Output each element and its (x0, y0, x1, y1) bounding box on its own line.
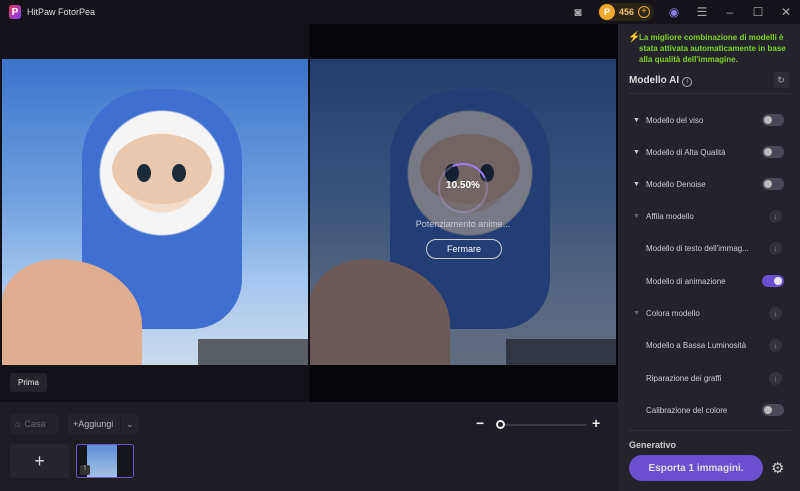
download-icon[interactable]: ↓ (769, 306, 782, 320)
model-label: Modello di testo dell'immag... (646, 243, 749, 253)
stop-button[interactable]: Fermare (426, 239, 502, 259)
add-image-tile[interactable]: + (10, 444, 69, 478)
preview-canvas: 10.50% Potenziamento anime... Fermare Pr… (0, 24, 618, 402)
app-logo-icon: P (9, 5, 21, 19)
zoom-slider-handle[interactable] (496, 420, 505, 429)
account-icon[interactable]: ◉ (660, 5, 688, 19)
add-button[interactable]: + Aggiungi (68, 414, 120, 434)
model-row-lowlight[interactable]: Modello a Bassa Luminosità ↓ (618, 337, 800, 353)
hq-model-toggle[interactable] (762, 146, 784, 158)
before-image (2, 59, 308, 365)
model-label: Modello del viso (646, 115, 704, 125)
ai-model-heading: Modello AI i (629, 75, 693, 87)
reset-button[interactable]: ↻ (773, 72, 789, 88)
caret-down-icon[interactable]: ▼ (633, 117, 640, 124)
export-button[interactable]: Esporta 1 immagini. (629, 455, 763, 481)
zoom-slider-track[interactable] (498, 424, 586, 426)
coin-count: 456 (618, 7, 634, 17)
bolt-icon: ⚡ (628, 32, 641, 43)
home-button[interactable]: ⌂ Casa (10, 414, 59, 434)
model-label: Colora modello (646, 308, 700, 318)
caret-down-icon[interactable]: ▼ (633, 213, 640, 220)
zoom-control: − + (476, 415, 604, 432)
model-row-hq[interactable]: ▼ Modello di Alta Qualità (618, 144, 800, 160)
after-image: 10.50% Potenziamento anime... Fermare (310, 59, 616, 365)
coin-icon: P (598, 4, 615, 20)
info-icon: ! (80, 465, 90, 475)
download-icon[interactable]: ↓ (769, 338, 782, 352)
discord-icon[interactable]: ◙ (564, 5, 592, 19)
generative-heading: Generativo (629, 440, 677, 450)
menu-icon[interactable]: ☰ (688, 5, 716, 19)
zoom-out-button[interactable]: − (476, 415, 484, 431)
download-icon[interactable]: ↓ (769, 371, 782, 385)
download-icon[interactable]: ↓ (769, 241, 782, 255)
face-model-toggle[interactable] (762, 114, 784, 126)
home-label: Casa (24, 419, 46, 429)
zoom-in-button[interactable]: + (592, 415, 600, 431)
close-icon[interactable]: ✕ (772, 5, 800, 19)
model-row-color-calibration[interactable]: Calibrazione del colore (618, 402, 800, 418)
model-row-animation[interactable]: Modello di animazione (618, 273, 800, 289)
caret-down-icon[interactable]: ▼ (633, 310, 640, 317)
gear-icon[interactable]: ⚙ (771, 459, 784, 477)
add-coins-icon[interactable]: + (638, 6, 650, 18)
maximize-icon[interactable]: ☐ (744, 5, 772, 19)
image-thumbnail[interactable]: ! (76, 444, 134, 478)
color-calibration-toggle[interactable] (762, 404, 784, 416)
coins-badge[interactable]: P 456 + (597, 3, 654, 21)
model-row-denoise[interactable]: ▼ Modello Denoise (618, 176, 800, 192)
info-icon[interactable]: i (682, 77, 693, 87)
model-row-face[interactable]: ▼ Modello del viso (618, 112, 800, 128)
progress-percent: 10.50% (446, 180, 480, 191)
progress-status: Potenziamento anime... (415, 219, 511, 229)
bottom-bar: ⌂ Casa + Aggiungi ⌄ − + + ! (0, 402, 618, 491)
settings-sidebar: ⚡ La migliore combinazione di modelli è s… (618, 24, 800, 491)
model-label: Modello a Bassa Luminosità (646, 340, 747, 350)
title-bar: P HitPaw FotorPea ◙ P 456 + ◉ ☰ – ☐ ✕ (0, 0, 800, 24)
divider (628, 430, 790, 431)
model-label: Affila modello (646, 211, 694, 221)
caret-down-icon[interactable]: ▼ (633, 149, 640, 156)
denoise-model-toggle[interactable] (762, 178, 784, 190)
model-row-colorize[interactable]: ▼ Colora modello ↓ (618, 305, 800, 321)
model-label: Modello di animazione (646, 276, 726, 286)
model-label: Modello di Alta Qualità (646, 147, 726, 157)
add-label: Aggiungi (78, 419, 114, 429)
model-row-text[interactable]: Modello di testo dell'immag... ↓ (618, 240, 800, 256)
model-label: Modello Denoise (646, 179, 706, 189)
auto-model-tip: ⚡ La migliore combinazione di modelli è s… (628, 32, 793, 65)
add-dropdown-chevron-icon[interactable]: ⌄ (121, 414, 139, 434)
model-row-scratch[interactable]: Riparazione dei graffi ↓ (618, 370, 800, 386)
animation-model-toggle[interactable] (762, 275, 784, 287)
minimize-icon[interactable]: – (716, 5, 744, 19)
caret-down-icon[interactable]: ▼ (633, 181, 640, 188)
download-icon[interactable]: ↓ (769, 209, 782, 223)
divider (628, 93, 790, 94)
tip-text: La migliore combinazione di modelli è st… (639, 33, 786, 64)
app-title: HitPaw FotorPea (27, 7, 96, 17)
home-icon: ⌂ (15, 419, 21, 429)
model-label: Calibrazione del colore (646, 405, 728, 415)
logo-letter: P (11, 6, 19, 18)
model-label: Riparazione dei graffi (646, 373, 722, 383)
before-label: Prima (10, 373, 47, 392)
model-row-sharpen[interactable]: ▼ Affila modello ↓ (618, 208, 800, 224)
ai-model-title: Modello AI (629, 75, 680, 86)
